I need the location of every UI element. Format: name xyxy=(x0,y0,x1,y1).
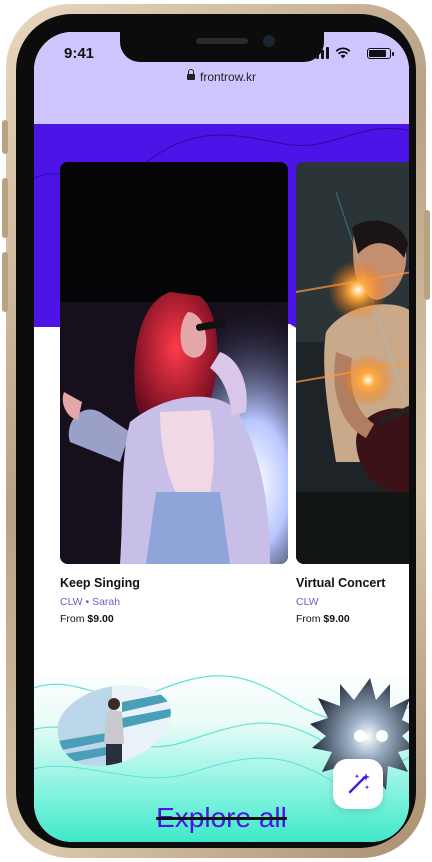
guitarist-photo xyxy=(296,162,409,564)
battery-icon xyxy=(367,48,394,59)
artist-blob-image xyxy=(57,685,171,766)
singer-photo xyxy=(60,162,288,564)
explore-all-link[interactable]: Explore all xyxy=(34,802,409,834)
concert-image[interactable] xyxy=(60,162,288,564)
price-value: $9.00 xyxy=(323,613,350,625)
phone-volume-up xyxy=(2,178,8,238)
phone-volume-down xyxy=(2,252,8,312)
phone-power-button xyxy=(424,210,430,300)
card-price: From $9.00 xyxy=(60,613,288,625)
price-prefix: From xyxy=(296,613,321,625)
earpiece xyxy=(196,38,248,44)
card-price: From $9.00 xyxy=(296,613,409,625)
address-bar[interactable]: frontrow.kr xyxy=(34,69,409,84)
price-prefix: From xyxy=(60,613,85,625)
phone-screen: 9:41 frontrow.kr Keep Singing CLW • Sara… xyxy=(34,32,409,842)
concert-card[interactable]: Virtual Concert CLW From $9.00 xyxy=(296,162,409,625)
card-artist: CLW xyxy=(296,596,319,608)
concert-image[interactable] xyxy=(296,162,409,564)
notch xyxy=(120,32,324,62)
concert-carousel[interactable]: Keep Singing CLW • Sarah From $9.00 Virt… xyxy=(60,162,409,642)
phone-mute-switch xyxy=(2,120,8,154)
url-text: frontrow.kr xyxy=(199,70,256,84)
signal-icon xyxy=(311,47,329,59)
lock-icon xyxy=(186,69,195,80)
front-camera xyxy=(263,35,275,47)
status-icons xyxy=(301,47,394,59)
card-title[interactable]: Keep Singing xyxy=(60,576,288,590)
wifi-icon xyxy=(335,47,351,59)
price-value: $9.00 xyxy=(87,613,114,625)
status-time: 9:41 xyxy=(64,45,95,62)
status-bar: 9:41 frontrow.kr xyxy=(34,32,409,124)
concert-card[interactable]: Keep Singing CLW • Sarah From $9.00 xyxy=(60,162,288,625)
card-artist: CLW • Sarah xyxy=(60,596,121,608)
card-title[interactable]: Virtual Concert xyxy=(296,576,409,590)
